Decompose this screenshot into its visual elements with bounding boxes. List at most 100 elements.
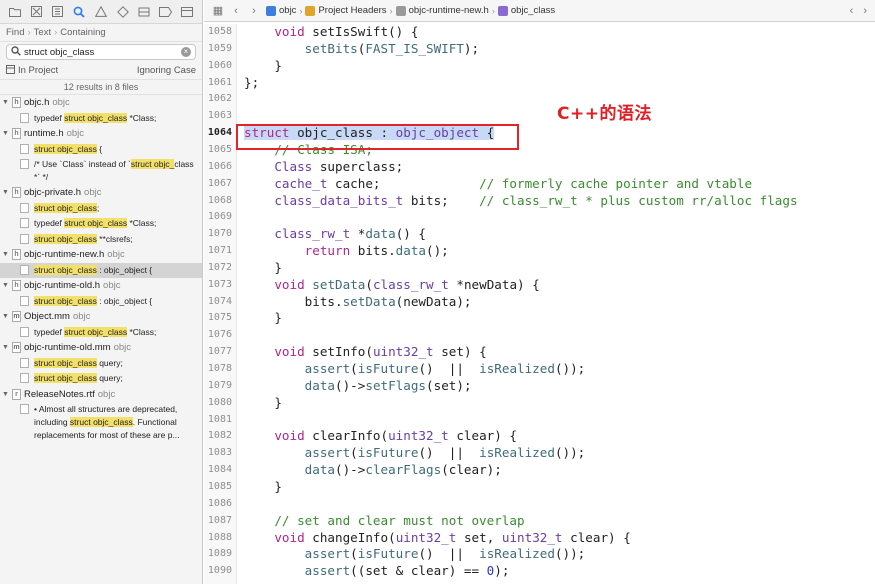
search-input[interactable]: struct objc_class [24, 47, 178, 58]
breadcrumb-item[interactable]: objc-runtime-new.h [395, 5, 489, 16]
disclosure-triangle-icon[interactable]: ▼ [2, 344, 10, 351]
code-line[interactable]: assert(isFuture() || isRealized()); [244, 445, 586, 460]
code-line[interactable]: }; [244, 75, 259, 90]
line-number: 1065 [207, 143, 232, 155]
disclosure-triangle-icon[interactable]: ▼ [2, 99, 10, 106]
breakpoint-icon[interactable] [159, 5, 173, 19]
result-match-row[interactable]: typedef struct objc_class *Class; [0, 111, 202, 127]
breadcrumb-item[interactable]: objc [266, 5, 296, 16]
code-line[interactable]: void clearInfo(uint32_t clear) { [244, 428, 517, 443]
file-icon: m [12, 311, 21, 323]
result-match-row[interactable]: struct objc_class : objc_object { [0, 294, 202, 310]
breadcrumb-label: Project Headers [318, 5, 387, 16]
find-match[interactable]: Containing [60, 27, 105, 38]
code-line[interactable]: // set and clear must not overlap [244, 513, 524, 528]
code-line[interactable]: class_data_bits_t bits; // class_rw_t * … [244, 193, 797, 208]
code-line[interactable]: } [244, 310, 282, 325]
result-file-row[interactable]: ▼ h objc.h objc [0, 95, 202, 111]
code-line[interactable]: assert((set & clear) == 0); [244, 563, 510, 578]
disclosure-triangle-icon[interactable]: ▼ [2, 391, 10, 398]
result-file-name: objc-runtime-new.h [24, 249, 105, 261]
result-file-row[interactable]: ▼ h objc-private.h objc [0, 185, 202, 201]
code-line[interactable]: assert(isFuture() || isRealized()); [244, 361, 586, 376]
source-control-icon[interactable] [29, 5, 43, 19]
match-highlight: struct objc_class [64, 218, 128, 228]
forward-icon[interactable]: › [248, 5, 260, 17]
next-issue-icon[interactable]: › [863, 5, 867, 17]
code-line[interactable]: void setIsSwift() { [244, 24, 418, 39]
breadcrumb-icon [395, 5, 406, 16]
result-file-folder: objc [66, 128, 85, 140]
disclosure-triangle-icon[interactable]: ▼ [2, 130, 10, 137]
result-match-row[interactable]: struct objc_class { [0, 142, 202, 158]
line-number: 1061 [207, 76, 232, 88]
related-items-icon[interactable]: ▦ [212, 4, 224, 17]
issue-icon[interactable] [94, 5, 108, 19]
code-line[interactable]: data()->clearFlags(clear); [244, 462, 502, 477]
result-file-row[interactable]: ▼ h objc-runtime-new.h objc [0, 247, 202, 263]
code-line[interactable]: } [244, 58, 282, 73]
match-highlight: struct objc_class [34, 143, 97, 154]
match-highlight: struct objc_class [34, 264, 97, 275]
match-line-icon [20, 295, 29, 306]
result-file-row[interactable]: ▼ m objc-runtime-old.mm objc [0, 340, 202, 356]
result-file-row[interactable]: ▼ m Object.mm objc [0, 309, 202, 325]
match-line-icon [20, 202, 29, 213]
match-suffix: *Class; [127, 112, 157, 123]
disclosure-triangle-icon[interactable]: ▼ [2, 251, 10, 258]
scope-label[interactable]: In Project [18, 65, 58, 76]
result-match-row[interactable]: struct objc_class : objc_object { [0, 262, 202, 278]
code-line[interactable]: // Class ISA; [244, 142, 373, 157]
report-icon[interactable] [180, 5, 194, 19]
match-suffix: query; [96, 357, 123, 368]
code-line[interactable]: void setData(class_rw_t *newData) { [244, 277, 539, 292]
code-line[interactable]: void setInfo(uint32_t set) { [244, 344, 486, 359]
match-highlight: struct objc_class [34, 233, 97, 244]
code-line[interactable]: setBits(FAST_IS_SWIFT); [244, 41, 479, 56]
result-match-row[interactable]: struct objc_class query; [0, 371, 202, 387]
result-file-row[interactable]: ▼ r ReleaseNotes.rtf objc [0, 387, 202, 403]
breadcrumb-item[interactable]: objc_class [497, 5, 555, 16]
search-field[interactable]: struct objc_class × [6, 44, 196, 60]
code-line[interactable]: } [244, 260, 282, 275]
code-line[interactable]: Class superclass; [244, 159, 403, 174]
result-match-row[interactable]: /* Use `Class` instead of `struct objc_c… [0, 157, 202, 185]
case-option[interactable]: Ignoring Case [137, 65, 196, 76]
find-mode[interactable]: Find [6, 27, 24, 38]
result-match-row[interactable]: struct objc_class query; [0, 356, 202, 372]
line-number: 1082 [207, 430, 232, 442]
line-number: 1077 [207, 346, 232, 358]
folder-icon[interactable] [8, 5, 22, 19]
breadcrumb-item[interactable]: Project Headers [305, 5, 387, 16]
result-match-row[interactable]: • Almost all structures are deprecated, … [0, 402, 202, 444]
code-line[interactable]: assert(isFuture() || isRealized()); [244, 546, 586, 561]
result-match-row[interactable]: typedef struct objc_class *Class; [0, 216, 202, 232]
match-prefix: /* Use `Class` instead of ` [34, 159, 131, 169]
code-line[interactable]: bits.setData(newData); [244, 294, 472, 309]
result-match-row[interactable]: struct objc_class; [0, 201, 202, 217]
result-match-row[interactable]: struct objc_class **clsrefs; [0, 232, 202, 248]
search-icon[interactable] [72, 5, 86, 19]
result-match-row[interactable]: typedef struct objc_class *Class; [0, 325, 202, 341]
symbol-icon[interactable] [51, 5, 65, 19]
result-file-row[interactable]: ▼ h objc-runtime-old.h objc [0, 278, 202, 294]
code-line[interactable]: } [244, 395, 282, 410]
code-line[interactable]: class_rw_t *data() { [244, 226, 426, 241]
previous-issue-icon[interactable]: ‹ [850, 5, 854, 17]
code-line[interactable]: void changeInfo(uint32_t set, uint32_t c… [244, 530, 630, 545]
disclosure-triangle-icon[interactable]: ▼ [2, 282, 10, 289]
disclosure-triangle-icon[interactable]: ▼ [2, 189, 10, 196]
find-type[interactable]: Text [34, 27, 51, 38]
code-line[interactable]: data()->setFlags(set); [244, 378, 472, 393]
debug-icon[interactable] [137, 5, 151, 19]
code-line[interactable]: struct objc_class : objc_object { [244, 125, 495, 141]
result-file-row[interactable]: ▼ h runtime.h objc [0, 126, 202, 142]
clear-search-icon[interactable]: × [181, 47, 191, 57]
test-icon[interactable] [116, 5, 130, 19]
code-line[interactable]: return bits.data(); [244, 243, 449, 258]
code-line[interactable]: } [244, 479, 282, 494]
disclosure-triangle-icon[interactable]: ▼ [2, 313, 10, 320]
code-line[interactable]: cache_t cache; // formerly cache pointer… [244, 176, 752, 191]
back-icon[interactable]: ‹ [230, 5, 242, 17]
line-number-gutter: 1058 1059 1060 1061 1062 1063 1064 1065 1066 1067… [204, 24, 237, 584]
